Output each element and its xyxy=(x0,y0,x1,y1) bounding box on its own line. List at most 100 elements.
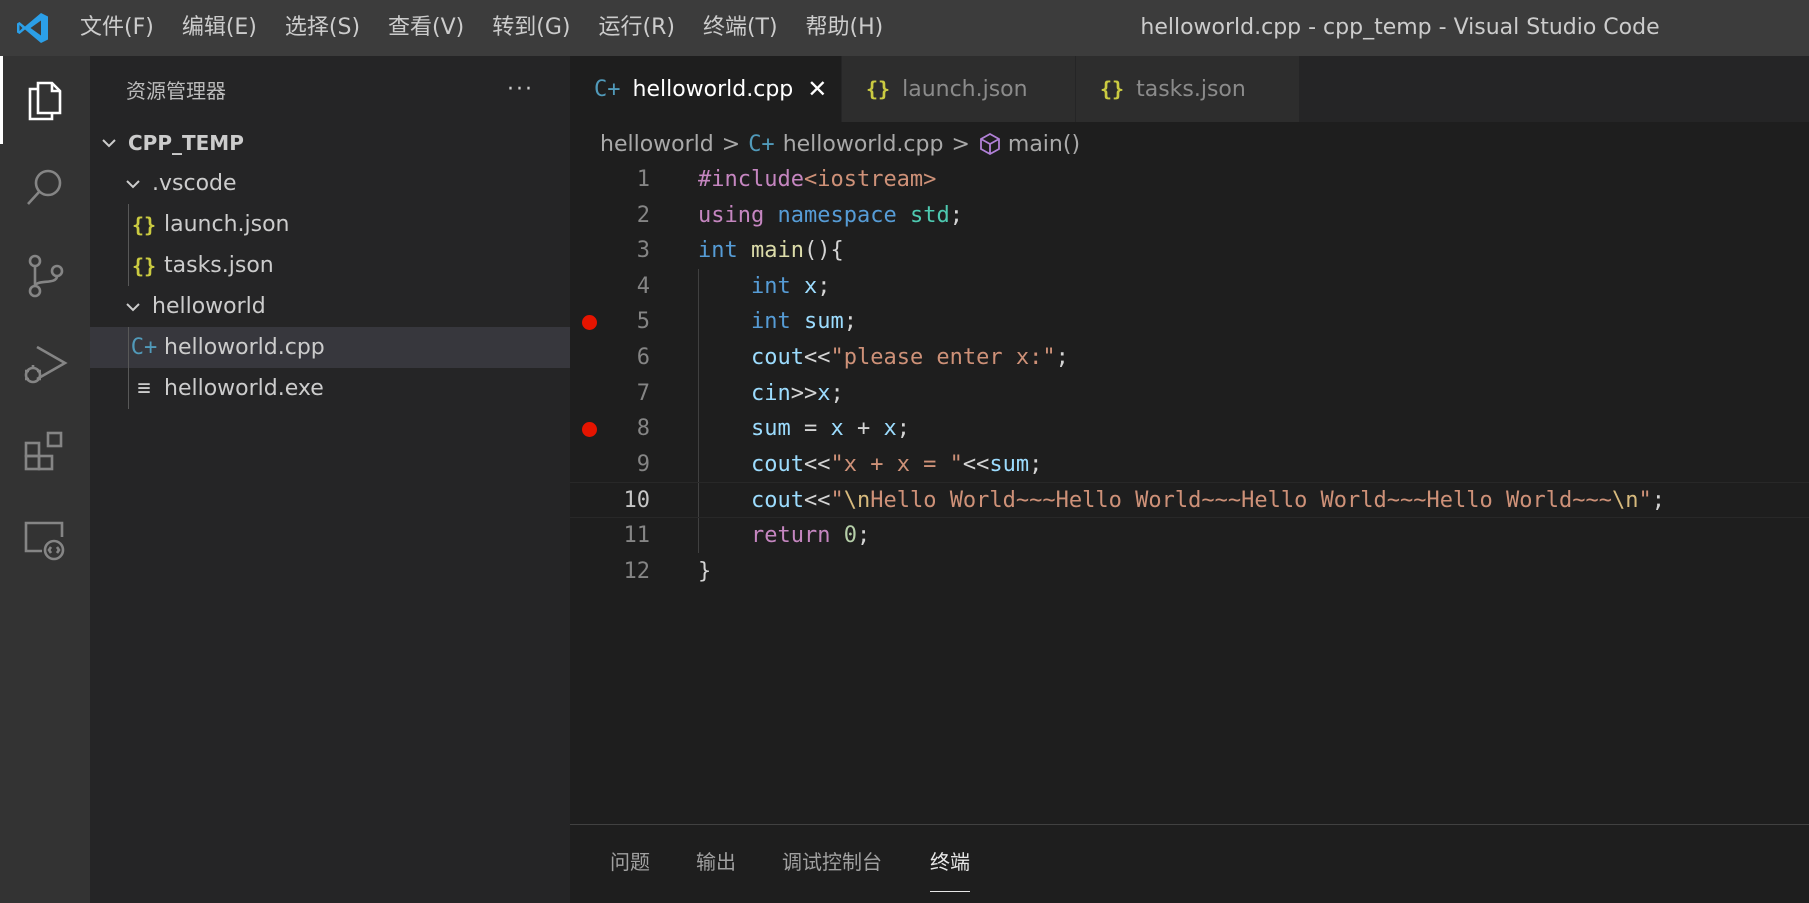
code-token: int xyxy=(698,238,738,264)
menu-selection[interactable]: 选择(S) xyxy=(271,0,374,56)
tree-item-file[interactable]: {} launch.json xyxy=(90,204,570,245)
line-number: 3 xyxy=(636,238,650,264)
code-text: int main(){ xyxy=(698,233,844,269)
code-text: cout<<"\nHello World~~~Hello World~~~Hel… xyxy=(698,483,1665,519)
tab-tasks-json[interactable]: {} tasks.json xyxy=(1076,56,1300,122)
code-line[interactable]: 11 return 0; xyxy=(570,518,1809,554)
title-bar: 文件(F) 编辑(E) 选择(S) 查看(V) 转到(G) 运行(R) 终端(T… xyxy=(0,0,1809,56)
code-token: ; xyxy=(1029,451,1043,477)
code-token: x xyxy=(883,416,897,442)
menu-go[interactable]: 转到(G) xyxy=(478,0,584,56)
indent-guide xyxy=(128,204,129,286)
code-line[interactable]: 4 int x; xyxy=(570,269,1809,305)
code-text: return 0; xyxy=(698,518,870,554)
code-line[interactable]: 7 cin>>x; xyxy=(570,376,1809,412)
remote-explorer-icon[interactable] xyxy=(0,496,90,584)
code-text: sum = x + x; xyxy=(698,411,910,447)
code-token: cout xyxy=(750,488,804,514)
code-token: + xyxy=(843,416,884,442)
panel-tab-terminal[interactable]: 终端 xyxy=(930,825,970,903)
code-token: \n xyxy=(843,488,871,514)
run-debug-icon[interactable] xyxy=(0,320,90,408)
chevron-right-icon: > xyxy=(721,131,741,157)
tab-helloworld-cpp[interactable]: C+ helloworld.cpp ✕ xyxy=(570,56,842,122)
menu-edit[interactable]: 编辑(E) xyxy=(168,0,271,56)
code-token: ; xyxy=(1651,488,1665,514)
tree-item-file[interactable]: ≡ helloworld.exe xyxy=(90,368,570,409)
code-line[interactable]: 1 #include<iostream> xyxy=(570,162,1809,198)
code-line[interactable]: 6 cout<<"please enter x:"; xyxy=(570,340,1809,376)
code-token: cin xyxy=(750,380,791,406)
tree-item-root[interactable]: CPP_TEMP xyxy=(90,122,570,163)
tree-item-folder[interactable]: .vscode xyxy=(90,163,570,204)
code-token: return xyxy=(750,523,831,548)
tree-item-file[interactable]: {} tasks.json xyxy=(90,245,570,286)
code-line[interactable]: 2 using namespace std; xyxy=(570,198,1809,234)
active-tab-underline xyxy=(930,891,970,892)
code-token: " xyxy=(830,488,844,514)
code-token: x xyxy=(817,380,831,406)
line-number: 8 xyxy=(636,416,650,442)
tree-item-label: helloworld.exe xyxy=(164,376,324,401)
source-control-icon[interactable] xyxy=(0,232,90,320)
explorer-sidebar: 资源管理器 ··· CPP_TEMP .vscode {} launch.jso… xyxy=(90,56,570,903)
more-actions-icon[interactable]: ··· xyxy=(507,77,534,102)
line-number: 1 xyxy=(636,167,650,192)
menu-view[interactable]: 查看(V) xyxy=(374,0,478,56)
breadcrumb-item[interactable]: helloworld.cpp xyxy=(783,132,944,157)
tree-item-folder[interactable]: helloworld xyxy=(90,286,570,327)
tab-label: launch.json xyxy=(902,76,1028,102)
close-icon[interactable]: ✕ xyxy=(807,75,827,103)
code-token: cout xyxy=(750,451,804,477)
code-line[interactable]: 10 cout<<"\nHello World~~~Hello World~~~… xyxy=(570,482,1809,518)
line-number: 2 xyxy=(636,202,650,228)
code-token: ; xyxy=(949,202,963,228)
tab-launch-json[interactable]: {} launch.json xyxy=(842,56,1076,122)
editor-tab-bar: C+ helloworld.cpp ✕ {} launch.json {} ta… xyxy=(570,56,1809,122)
explorer-icon[interactable] xyxy=(0,56,90,144)
code-token: #include xyxy=(698,167,804,192)
bottom-panel: 问题 输出 调试控制台 终端 xyxy=(570,824,1809,903)
tree-item-label: CPP_TEMP xyxy=(128,130,244,155)
panel-tab-debug-console[interactable]: 调试控制台 xyxy=(782,825,882,903)
tree-item-file[interactable]: C+ helloworld.cpp xyxy=(90,327,570,368)
menu-run[interactable]: 运行(R) xyxy=(584,0,688,56)
menu-terminal[interactable]: 终端(T) xyxy=(689,0,792,56)
code-line[interactable]: 8 sum = x + x; xyxy=(570,411,1809,447)
code-token: Hello World~~~Hello World~~~Hello World~… xyxy=(870,488,1612,514)
line-number: 10 xyxy=(623,488,651,514)
code-token: (){ xyxy=(803,238,844,264)
breadcrumb-item[interactable]: helloworld xyxy=(600,132,714,157)
code-token: sum xyxy=(803,309,844,335)
menu-help[interactable]: 帮助(H) xyxy=(792,0,898,56)
code-text: cin>>x; xyxy=(698,376,844,412)
code-line[interactable]: 12} xyxy=(570,554,1809,590)
vscode-logo-icon xyxy=(0,0,66,56)
tree-item-label: tasks.json xyxy=(164,253,274,278)
chevron-right-icon: > xyxy=(951,131,970,157)
code-line[interactable]: 5 int sum; xyxy=(570,304,1809,340)
cpp-file-icon: C+ xyxy=(130,335,158,360)
code-text: using namespace std; xyxy=(698,198,963,234)
code-text: cout<<"x + x = "<<sum; xyxy=(698,447,1042,483)
code-token: \n xyxy=(1611,488,1639,514)
tree-item-label: .vscode xyxy=(152,171,237,196)
code-line[interactable]: 9 cout<<"x + x = "<<sum; xyxy=(570,447,1809,483)
code-token: main xyxy=(751,238,804,264)
code-editor[interactable]: 1 #include<iostream> 2 using namespace std;… xyxy=(570,162,1809,824)
extensions-icon[interactable] xyxy=(0,408,90,496)
code-line[interactable]: 3 int main(){ xyxy=(570,233,1809,269)
panel-tab-output[interactable]: 输出 xyxy=(696,825,736,903)
line-number: 4 xyxy=(636,273,650,299)
code-token: >> xyxy=(790,380,818,406)
breadcrumb-item[interactable]: main() xyxy=(1008,132,1080,157)
chevron-down-icon xyxy=(126,179,140,188)
search-icon[interactable] xyxy=(0,144,90,232)
panel-tab-problems[interactable]: 问题 xyxy=(610,825,650,903)
menu-file[interactable]: 文件(F) xyxy=(66,0,168,56)
line-number: 12 xyxy=(623,558,651,584)
